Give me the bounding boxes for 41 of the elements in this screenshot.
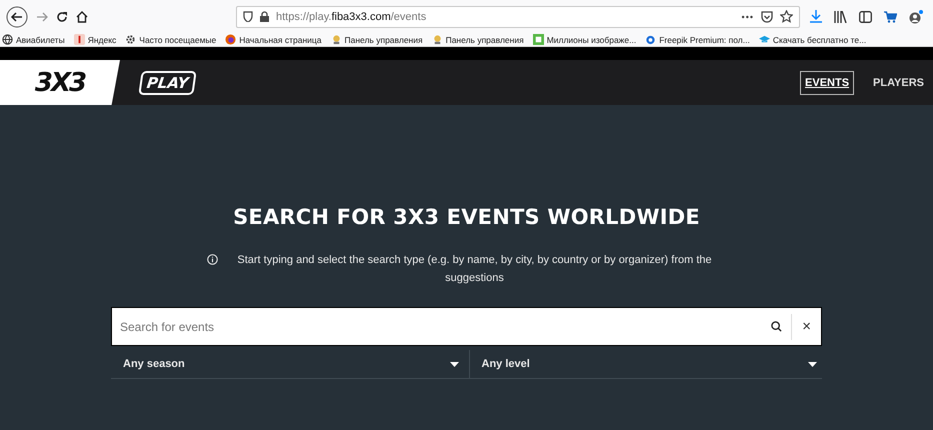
caret-icon	[450, 362, 458, 366]
pocket-icon[interactable]	[761, 10, 773, 22]
search-icon[interactable]	[771, 321, 782, 332]
filter-dropdown[interactable]: Any level	[468, 350, 822, 378]
bookmark[interactable]: Начальная страница	[225, 34, 322, 45]
search-hint: Start typing and select the search type (e.g. by name, by city, by country or by organizer) from the suggestions	[236, 253, 713, 286]
account-icon[interactable]	[909, 10, 923, 24]
cart-icon[interactable]	[884, 10, 897, 22]
caret-icon	[808, 362, 817, 366]
search-field[interactable]: Search for events ×	[111, 307, 822, 346]
gear-icon	[125, 34, 136, 45]
bookmark[interactable]: Авиабилеты	[2, 34, 65, 45]
nav-tab[interactable]: PLAYERS	[868, 70, 929, 94]
page-actions-menu[interactable]: •••	[742, 12, 754, 22]
firefox-icon	[225, 34, 236, 45]
logo[interactable]: 3X3	[0, 60, 120, 105]
yandex-icon	[74, 34, 85, 45]
clear-button[interactable]: ×	[791, 314, 821, 340]
bookmark[interactable]: Яндекс	[74, 34, 116, 45]
shield-icon	[243, 11, 253, 22]
info-icon	[206, 254, 218, 265]
address-bar[interactable]: https://play.fiba3x3.com/events •••	[236, 6, 800, 28]
page-title: SEARCH FOR 3X3 EVENTS WORLDWIDE	[233, 205, 700, 229]
bookmark[interactable]: Freepik Premium: пол...	[645, 34, 750, 45]
library-icon[interactable]	[834, 10, 847, 22]
url-text: https://play.fiba3x3.com/events	[276, 10, 428, 22]
graduation-cap-icon	[758, 34, 770, 45]
bookmark[interactable]: Панель управления	[330, 34, 423, 45]
bookmark[interactable]: Скачать бесплатно те...	[758, 34, 866, 45]
lock-icon	[260, 11, 269, 22]
bookmark[interactable]: Часто посещаемые	[125, 34, 216, 45]
globe-icon	[2, 34, 13, 45]
play-logo[interactable]: PLAY	[138, 70, 197, 94]
bookmark[interactable]: Панель управления	[432, 34, 524, 45]
star-icon[interactable]	[780, 10, 793, 23]
nav-tab[interactable]: EVENTS	[800, 70, 854, 94]
back-button[interactable]	[6, 6, 28, 28]
bookmark[interactable]: Миллионы изображе...	[532, 34, 636, 45]
filter-dropdown[interactable]: Any season	[111, 350, 464, 378]
sidebar-icon[interactable]	[859, 10, 872, 22]
download-icon[interactable]	[810, 10, 822, 23]
